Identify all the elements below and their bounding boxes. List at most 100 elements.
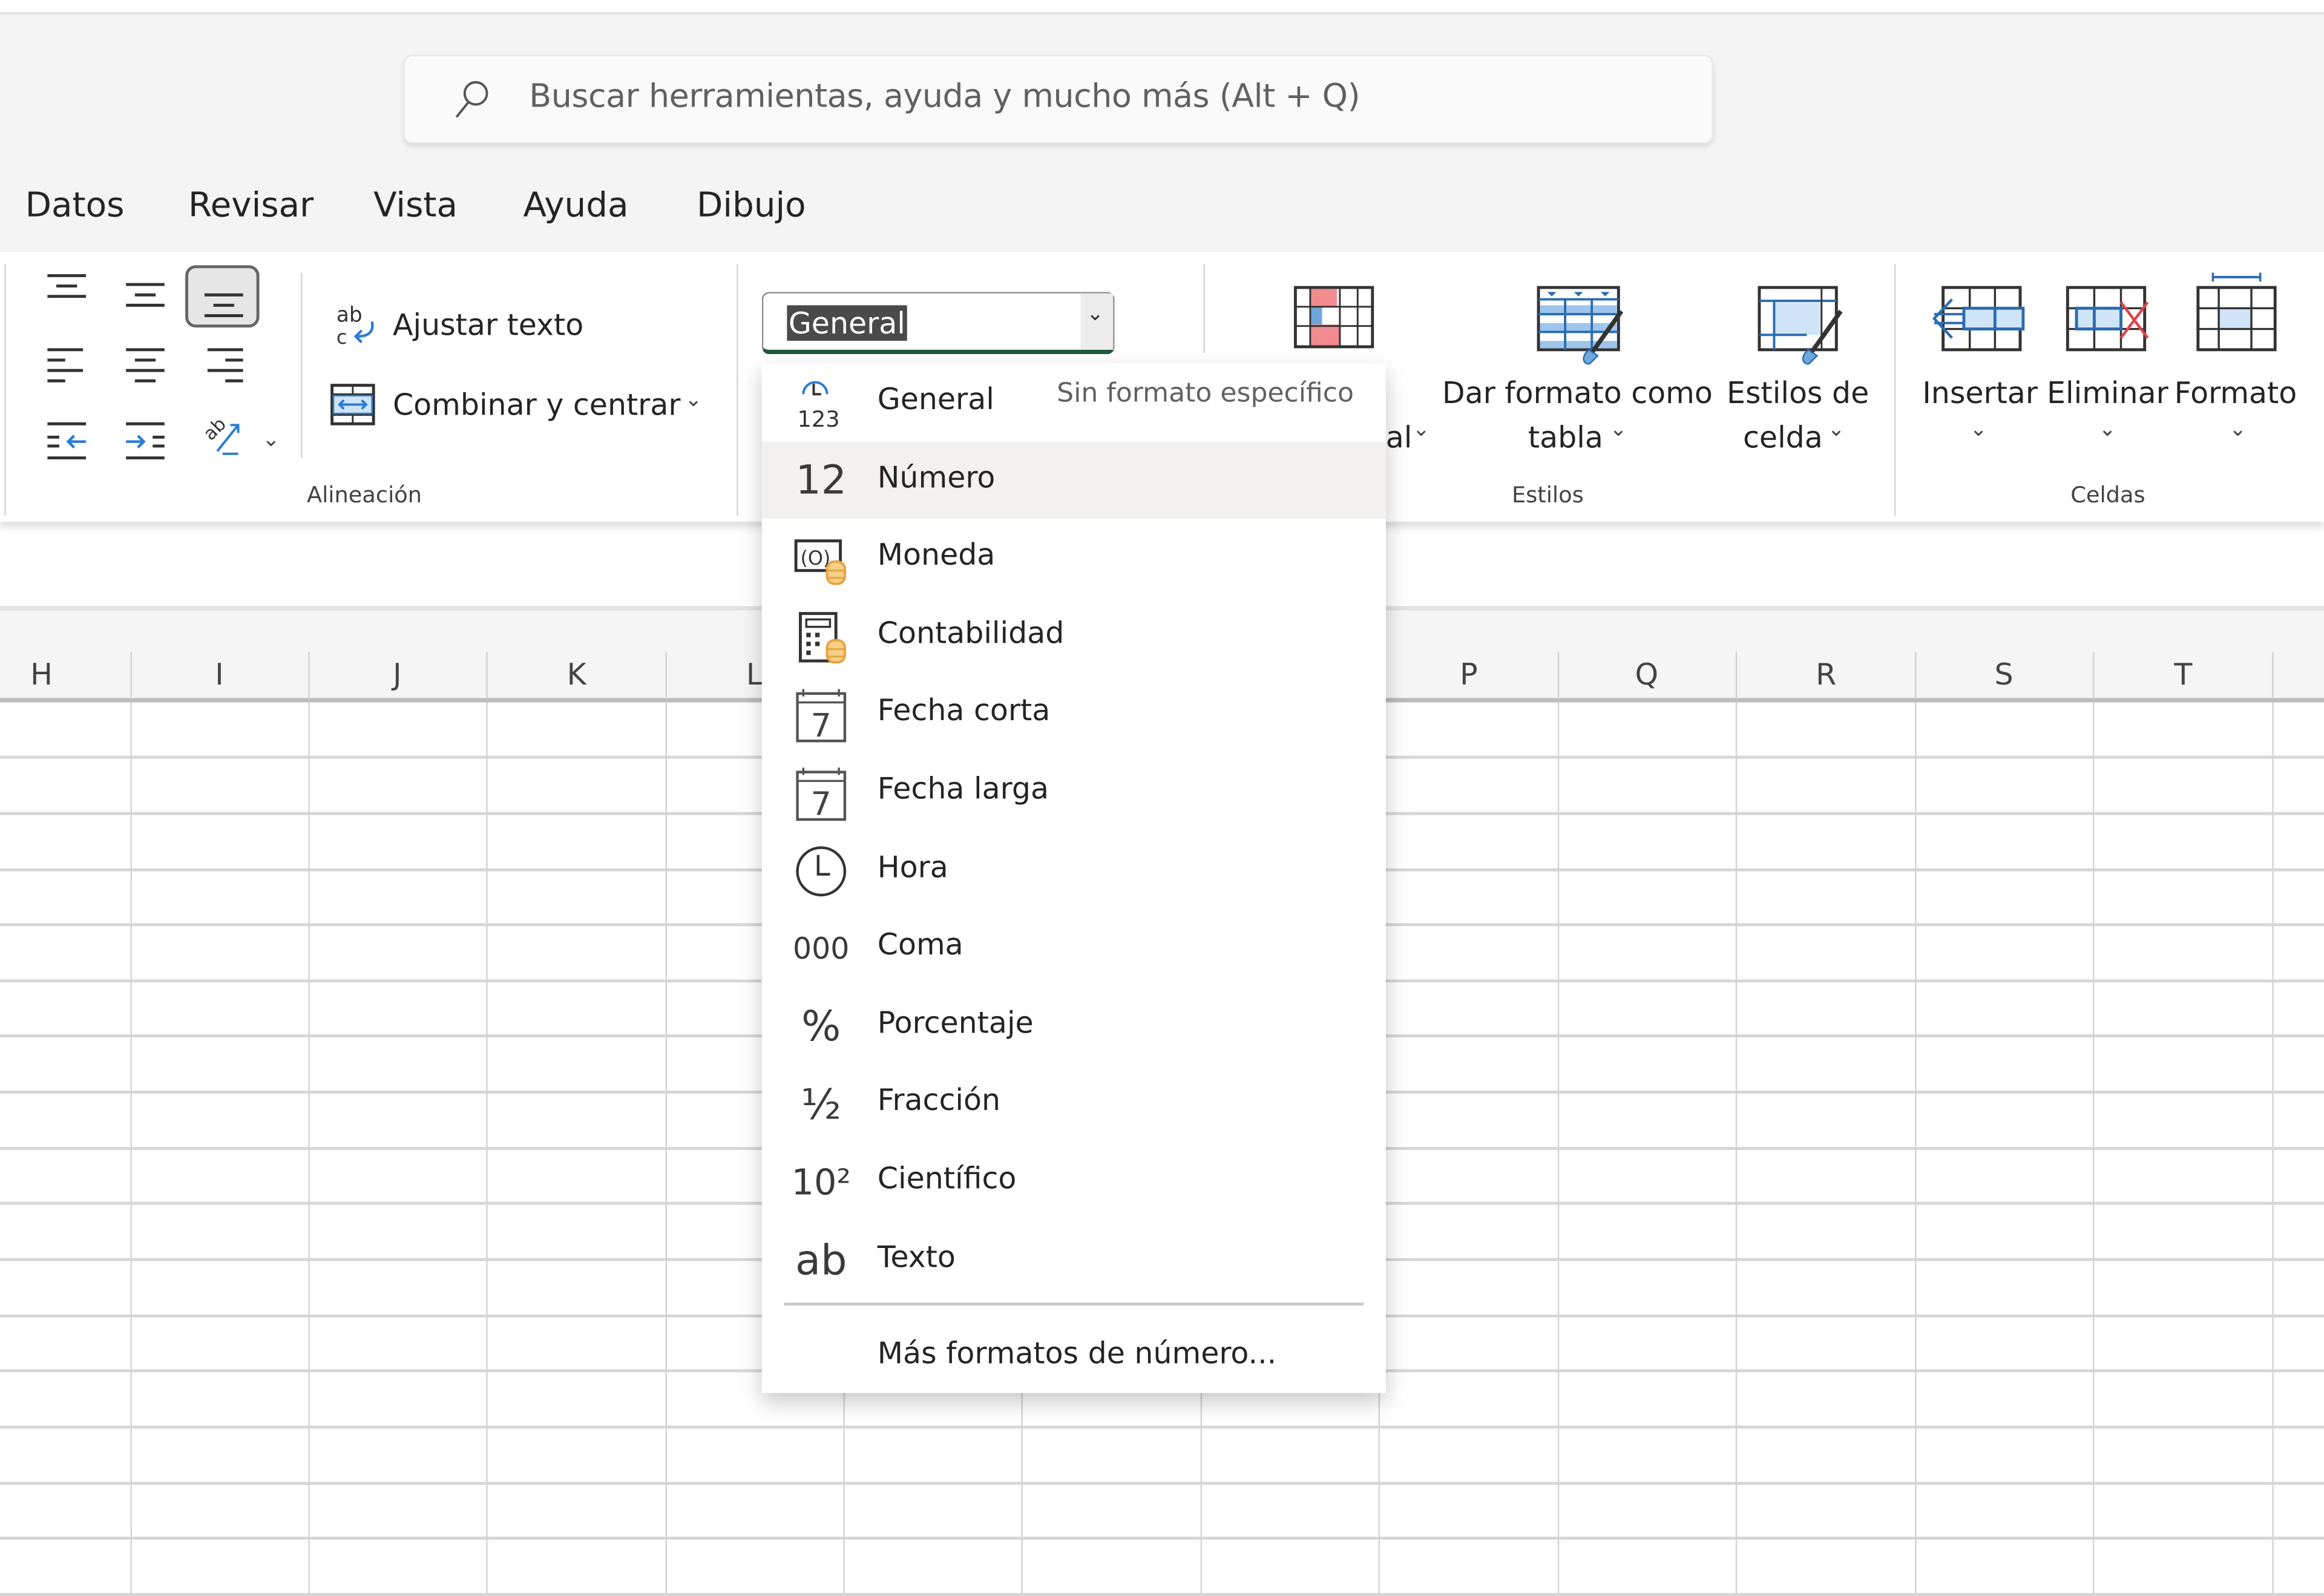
column-header-k[interactable]: K — [547, 657, 606, 692]
svg-text:c: c — [336, 326, 347, 349]
align-middle-icon[interactable] — [120, 274, 170, 318]
group-label-alignment: Alineación — [306, 481, 422, 508]
menu-item-label: Coma — [877, 926, 963, 962]
menu-item-label: Número — [877, 459, 996, 494]
number-icon: 12 — [795, 458, 847, 504]
number-format-dropdown-button[interactable]: ⌄ — [1080, 293, 1114, 350]
grid-row-line — [0, 1425, 2324, 1429]
decrease-indent-icon[interactable] — [42, 418, 92, 462]
menu-item-currency[interactable]: (O) Moneda — [762, 519, 1386, 596]
merge-center-icon — [330, 384, 375, 425]
column-header-h[interactable]: H — [12, 657, 71, 692]
increase-indent-icon[interactable] — [120, 418, 170, 462]
svg-text:7: 7 — [811, 707, 832, 744]
format-as-table-label-line2[interactable]: tabla — [1528, 415, 1603, 459]
number-format-menu: 123 General Sin formato específico 12 Número… — [761, 363, 1386, 1393]
menu-item-scientific[interactable]: 10² Científico — [762, 1143, 1386, 1220]
insert-cells-icon[interactable] — [1931, 284, 2026, 353]
wrap-text-button[interactable]: Ajustar texto — [393, 307, 583, 343]
svg-text:(O): (O) — [800, 547, 830, 570]
column-header-j[interactable]: J — [367, 657, 427, 692]
menu-item-percent[interactable]: % Porcentaje — [762, 987, 1386, 1063]
conditional-formatting-label-partial[interactable]: al — [1386, 415, 1413, 459]
format-as-table-icon[interactable] — [1535, 284, 1627, 365]
column-header-q[interactable]: Q — [1617, 657, 1676, 692]
cell-styles-button[interactable]: Estilos de — [1727, 370, 1869, 415]
align-center-icon[interactable] — [120, 344, 170, 388]
menu-item-text[interactable]: ab Texto — [762, 1221, 1386, 1298]
menu-item-fraction[interactable]: ½ Fracción — [762, 1065, 1386, 1141]
align-bottom-button[interactable] — [185, 265, 260, 328]
search-input[interactable]: Buscar herramientas, ayuda y mucho más (… — [529, 79, 1360, 116]
delete-chevron-icon[interactable]: ⌄ — [2099, 418, 2116, 441]
menu-item-calendar[interactable]: 7 Fecha corta — [762, 675, 1386, 752]
column-header-separator — [2092, 652, 2095, 700]
number-format-value[interactable]: General — [787, 305, 907, 341]
grid-row-line — [0, 1482, 2324, 1485]
menu-item-label: Fecha corta — [877, 692, 1051, 729]
chevron-down-icon: ⌄ — [1086, 302, 1104, 326]
text-orientation-chevron-icon[interactable]: ⌄ — [262, 429, 280, 452]
tab-revisar[interactable]: Revisar — [188, 187, 313, 226]
format-chevron-icon[interactable]: ⌄ — [2229, 418, 2247, 441]
text-icon: ab — [795, 1236, 847, 1286]
window-top-strip — [0, 0, 2324, 15]
group-separator — [737, 263, 738, 516]
menu-item-calendar[interactable]: 7 Fecha larga — [762, 753, 1386, 830]
tab-ayuda[interactable]: Ayuda — [523, 187, 628, 226]
app-header: Buscar herramientas, ayuda y mucho más (… — [0, 15, 2324, 252]
group-separator — [1894, 263, 1896, 516]
insert-chevron-icon[interactable]: ⌄ — [1970, 418, 1988, 441]
number-format-combobox[interactable]: General ⌄ — [761, 292, 1115, 355]
column-header-t[interactable]: T — [2153, 657, 2213, 692]
column-header-separator — [1557, 652, 1560, 700]
general-123-icon: 123 — [792, 375, 851, 432]
menu-item-clock[interactable]: Hora — [762, 831, 1386, 908]
align-left-icon[interactable] — [42, 344, 92, 388]
menu-item-number[interactable]: 12 Número — [761, 441, 1386, 518]
merge-center-chevron-icon[interactable]: ⌄ — [684, 388, 702, 412]
menu-item-label: Hora — [877, 848, 948, 884]
merge-center-button[interactable]: Combinar y centrar — [393, 387, 681, 422]
column-header-r[interactable]: R — [1796, 657, 1856, 692]
group-separator — [1203, 263, 1206, 353]
column-header-i[interactable]: I — [189, 657, 249, 692]
format-as-table-chevron-icon[interactable]: ⌄ — [1610, 418, 1627, 441]
column-header-s[interactable]: S — [1974, 657, 2034, 692]
format-cells-button[interactable]: Formato — [2175, 370, 2297, 415]
text-orientation-icon[interactable]: ab — [199, 412, 249, 456]
conditional-formatting-icon[interactable] — [1293, 284, 1376, 350]
delete-cells-icon[interactable] — [2064, 284, 2153, 353]
subgroup-separator — [301, 272, 303, 458]
column-header-p[interactable]: P — [1439, 657, 1498, 692]
column-header-separator — [130, 652, 132, 700]
conditional-formatting-chevron-icon[interactable]: ⌄ — [1413, 418, 1430, 441]
menu-item-general-123[interactable]: 123 General Sin formato específico — [762, 363, 1386, 440]
format-cells-icon[interactable] — [2195, 272, 2281, 353]
menu-item-comma[interactable]: 000 Coma — [762, 908, 1386, 985]
menu-item-label: Moneda — [877, 536, 996, 573]
group-label-styles: Estilos — [1511, 481, 1584, 508]
cell-styles-chevron-icon[interactable]: ⌄ — [1828, 418, 1845, 441]
delete-cells-button[interactable]: Eliminar — [2047, 370, 2168, 415]
align-top-icon[interactable] — [42, 270, 92, 314]
align-right-icon[interactable] — [199, 344, 249, 388]
menu-item-description: Sin formato específico — [1057, 378, 1354, 409]
tab-datos[interactable]: Datos — [25, 187, 125, 226]
accounting-icon — [792, 609, 851, 665]
menu-item-accounting[interactable]: Contabilidad — [762, 597, 1386, 674]
more-number-formats-button[interactable]: Más formatos de número... — [878, 1335, 1276, 1371]
cell-styles-label-line2[interactable]: celda — [1743, 415, 1823, 459]
tab-vista[interactable]: Vista — [373, 187, 458, 226]
clock-icon — [792, 842, 851, 899]
format-as-table-button[interactable]: Dar formato como — [1442, 370, 1713, 415]
svg-text:ab: ab — [336, 303, 363, 327]
search-box[interactable]: Buscar herramientas, ayuda y mucho más (… — [403, 54, 1714, 144]
tab-dibujo[interactable]: Dibujo — [697, 187, 806, 226]
menu-item-label: General — [877, 381, 994, 417]
insert-cells-button[interactable]: Insertar — [1922, 370, 2038, 415]
cell-styles-icon[interactable] — [1756, 284, 1845, 365]
menu-item-label: Fracción — [877, 1082, 1001, 1118]
grid-row-line — [0, 1593, 2324, 1596]
group-label-cells: Celdas — [2070, 481, 2145, 508]
